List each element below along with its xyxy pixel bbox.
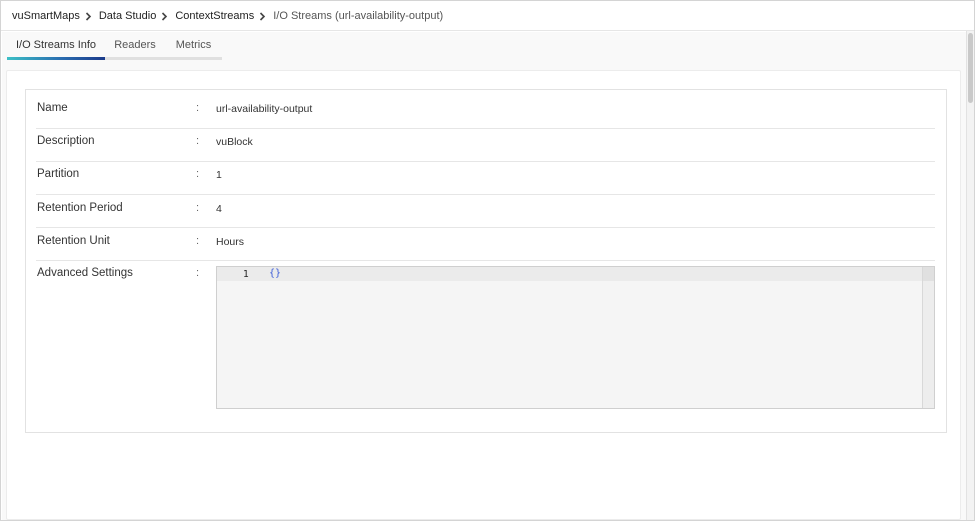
page-scrollbar-thumb[interactable] xyxy=(968,33,973,103)
detail-separator: : xyxy=(196,202,200,214)
detail-value-description: vuBlock xyxy=(216,136,253,148)
tab-io-streams-info[interactable]: I/O Streams Info xyxy=(7,32,105,60)
detail-value-retention-period: 4 xyxy=(216,203,222,215)
stream-details-card: Name : url-availability-output Descripti… xyxy=(25,89,947,433)
breadcrumb-current-stream: I/O Streams (url-availability-output) xyxy=(273,9,444,22)
detail-label: Retention Period xyxy=(37,202,123,214)
detail-separator: : xyxy=(196,235,200,247)
detail-label: Advanced Settings xyxy=(37,267,133,279)
breadcrumb: vuSmartMaps Data Studio ContextStreams I… xyxy=(1,1,974,31)
tab-readers[interactable]: Readers xyxy=(105,32,165,60)
detail-value-retention-unit: Hours xyxy=(216,236,245,248)
breadcrumb-vusmartmaps[interactable]: vuSmartMaps xyxy=(12,10,80,22)
chevron-right-icon xyxy=(158,1,172,31)
tab-metrics[interactable]: Metrics xyxy=(165,32,222,60)
detail-label: Retention Unit xyxy=(37,235,110,247)
app-window: vuSmartMaps Data Studio ContextStreams I… xyxy=(0,0,975,521)
main-content: I/O Streams Info Readers Metrics Name : … xyxy=(2,32,966,520)
advanced-settings-code-editor[interactable]: 1 {} xyxy=(216,266,935,409)
page-scrollbar[interactable] xyxy=(966,31,974,520)
editor-scrollbar-thumb[interactable] xyxy=(923,267,934,281)
line-number: 1 xyxy=(243,269,249,280)
editor-scrollbar[interactable] xyxy=(922,267,934,408)
detail-value-partition: 1 xyxy=(216,169,222,181)
row-divider xyxy=(36,194,935,195)
breadcrumb-data-studio[interactable]: Data Studio xyxy=(99,10,156,22)
detail-separator: : xyxy=(196,267,200,279)
detail-value-name: url-availability-output xyxy=(216,103,313,115)
row-divider xyxy=(36,227,935,228)
breadcrumb-contextstreams[interactable]: ContextStreams xyxy=(175,10,254,22)
active-line-highlight xyxy=(217,267,923,281)
details-panel: Name : url-availability-output Descripti… xyxy=(6,70,961,520)
code-line[interactable]: {} xyxy=(269,268,281,279)
detail-label: Partition xyxy=(37,168,80,180)
chevron-right-icon xyxy=(256,1,270,31)
row-divider xyxy=(36,161,935,162)
detail-separator: : xyxy=(196,168,200,180)
chevron-right-icon xyxy=(82,1,96,31)
detail-separator: : xyxy=(196,102,200,114)
row-divider xyxy=(36,128,935,129)
tab-bar: I/O Streams Info Readers Metrics xyxy=(7,32,222,60)
detail-label: Description xyxy=(37,135,95,147)
row-divider xyxy=(36,260,935,261)
detail-separator: : xyxy=(196,135,200,147)
detail-label: Name xyxy=(37,102,68,114)
